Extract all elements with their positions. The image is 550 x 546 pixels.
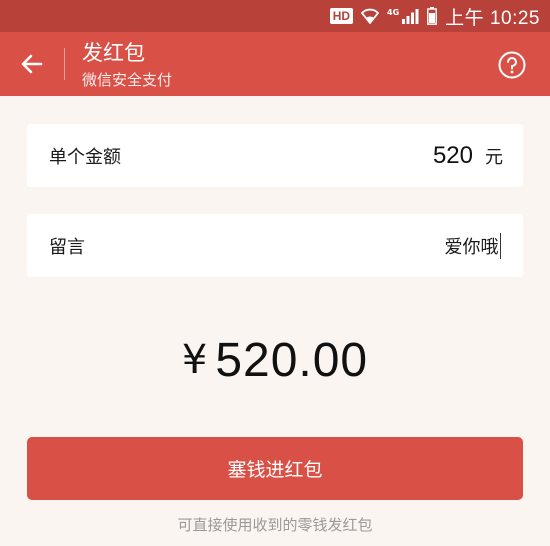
battery-icon [427,7,438,25]
page-title: 发红包 [82,41,145,65]
arrow-left-icon [21,54,43,74]
back-button[interactable] [16,48,48,80]
network-type-label: 4G [387,7,400,17]
amount-field[interactable]: 单个金额 520 元 [27,124,523,187]
text-cursor [499,232,501,259]
total-amount-display: ¥ 520.00 [0,325,550,395]
hd-badge: HD [329,8,354,24]
title-bar: 发红包 微信安全支付 [0,32,550,96]
signal-icon [401,8,419,24]
send-red-packet-button[interactable]: 塞钱进红包 [27,437,523,500]
amount-label: 单个金额 [49,146,121,168]
page-subtitle: 微信安全支付 [82,71,173,89]
question-circle-icon[interactable] [497,50,527,80]
message-input[interactable]: 爱你哦 [444,214,501,277]
status-bar: HD 4G 上午 10:25 [0,0,550,32]
message-label: 留言 [49,236,85,258]
balance-hint: 可直接使用收到的零钱发红包 [177,516,373,534]
amount-unit: 元 [485,146,503,168]
message-field[interactable]: 留言 爱你哦 [27,214,523,277]
message-text: 爱你哦 [444,236,499,258]
currency-symbol: ¥ [181,337,208,383]
amount-input[interactable]: 520 [433,124,473,187]
title-divider [64,48,65,80]
status-clock: 上午 10:25 [445,7,540,29]
wifi-icon [361,8,380,24]
total-amount: 520.00 [215,333,369,387]
